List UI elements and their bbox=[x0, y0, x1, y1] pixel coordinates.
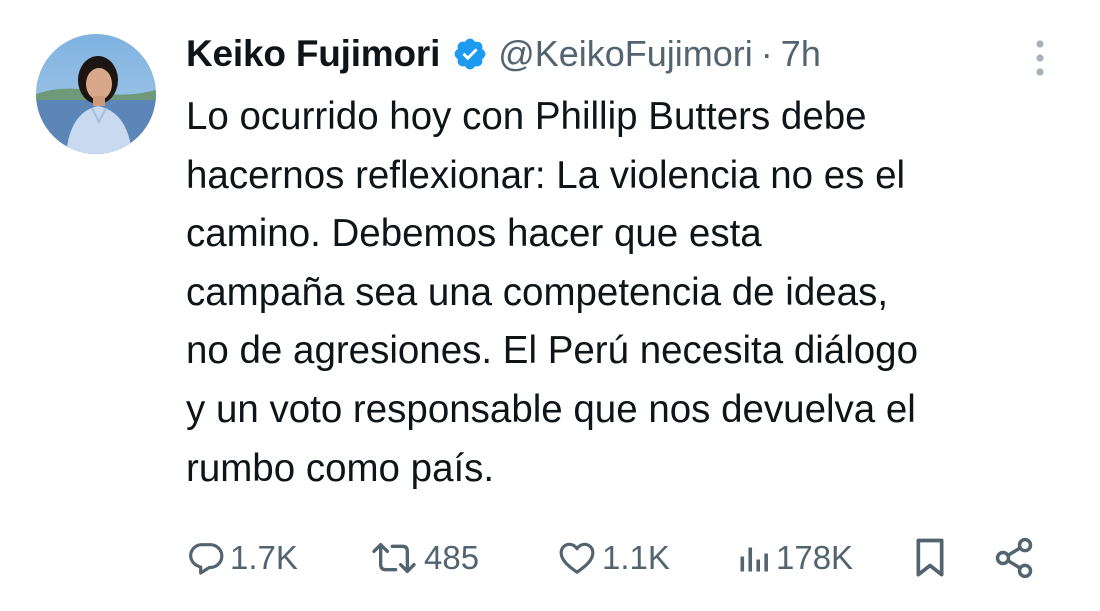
bookmark-icon bbox=[910, 536, 950, 580]
avatar[interactable] bbox=[36, 34, 156, 154]
share-icon bbox=[992, 536, 1036, 580]
tweet-text: Lo ocurrido hoy con Phillip Butters debe… bbox=[186, 95, 918, 490]
author-display-name[interactable]: Keiko Fujimori bbox=[186, 33, 440, 75]
tweet-actions: 1.7K 485 1.1K 178K bbox=[186, 530, 1056, 586]
like-button[interactable]: 1.1K bbox=[556, 530, 670, 586]
tweet-timestamp[interactable]: 7h bbox=[781, 33, 821, 75]
verified-badge-icon bbox=[452, 36, 488, 72]
author-handle[interactable]: @KeikoFujimori bbox=[498, 33, 753, 75]
reply-button[interactable]: 1.7K bbox=[186, 530, 298, 586]
more-vertical-icon[interactable] bbox=[1026, 36, 1054, 80]
share-button[interactable] bbox=[992, 530, 1036, 586]
views-button[interactable]: 178K bbox=[736, 530, 853, 586]
retweet-icon bbox=[368, 538, 420, 578]
reply-count: 1.7K bbox=[230, 539, 298, 576]
heart-icon bbox=[556, 538, 598, 578]
tweet-header: Keiko Fujimori @KeikoFujimori · 7h bbox=[186, 26, 821, 82]
separator-dot: · bbox=[760, 33, 773, 74]
retweet-button[interactable]: 485 bbox=[368, 530, 479, 586]
views-count: 178K bbox=[776, 539, 854, 576]
views-chart-icon bbox=[736, 538, 772, 578]
tweet[interactable]: Keiko Fujimori @KeikoFujimori · 7h Lo oc… bbox=[0, 0, 1100, 611]
bookmark-button[interactable] bbox=[910, 530, 950, 586]
like-count: 1.1K bbox=[602, 539, 670, 576]
retweet-count: 485 bbox=[424, 539, 480, 576]
reply-icon bbox=[186, 538, 226, 578]
